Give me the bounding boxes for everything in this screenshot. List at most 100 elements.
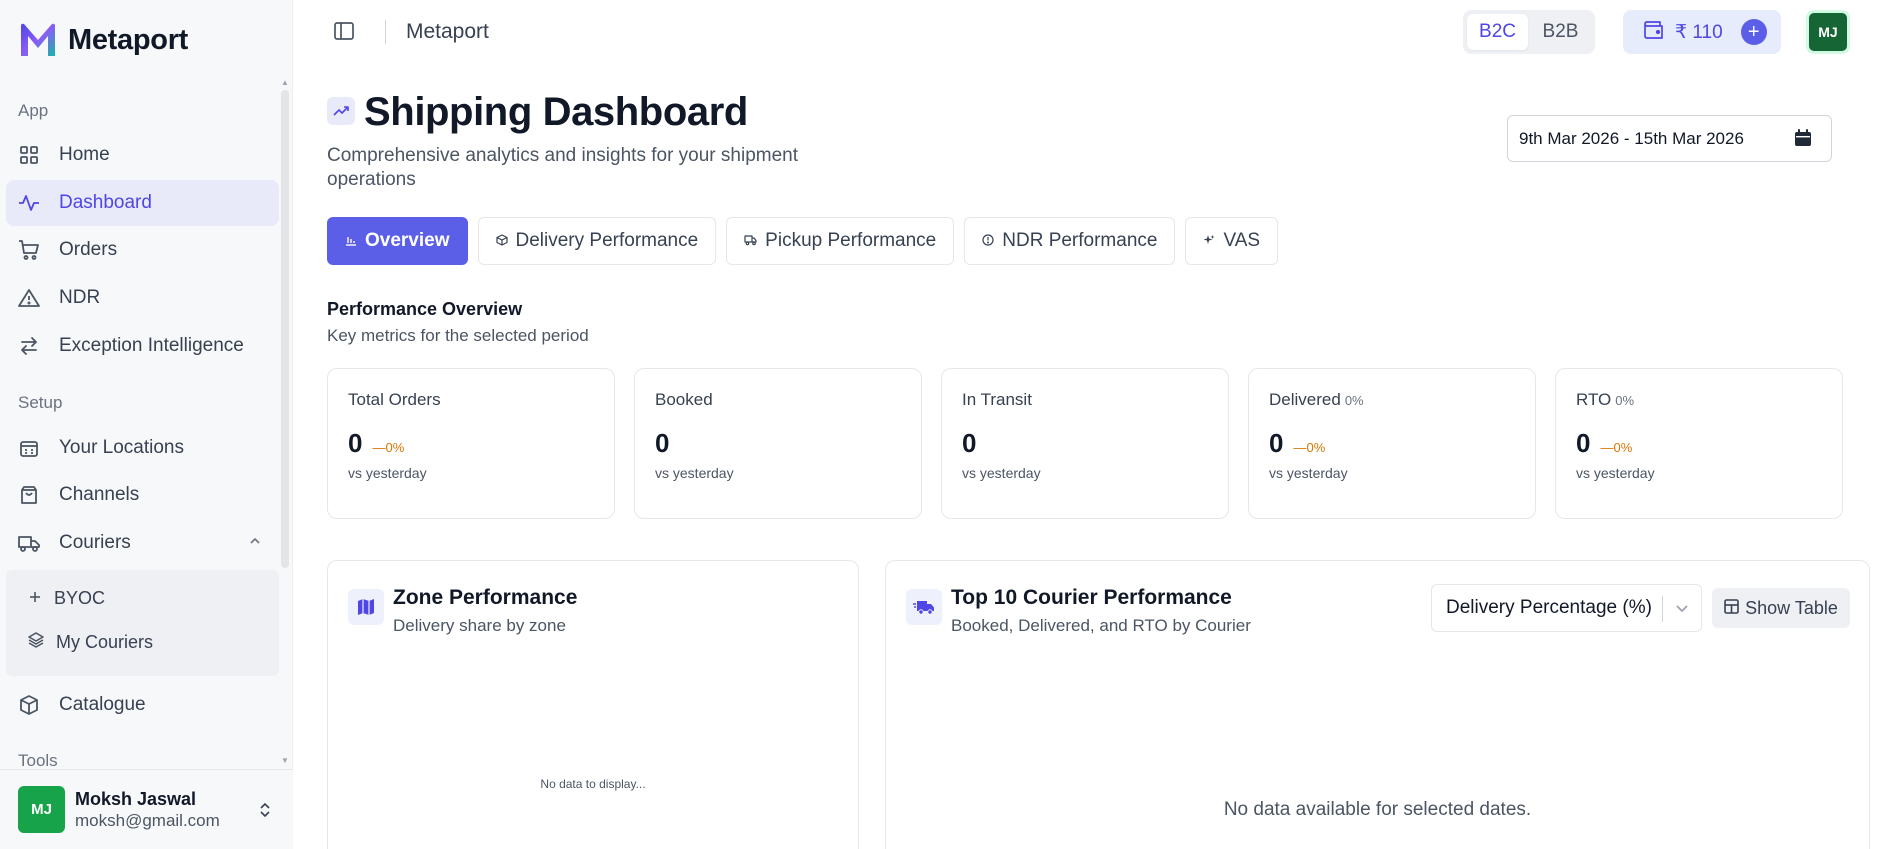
table-icon bbox=[1724, 598, 1739, 619]
sidebar-item-home[interactable]: Home bbox=[6, 132, 279, 178]
kpi-card-booked: Booked 0 vs yesterday bbox=[634, 368, 922, 519]
empty-state-text: No data to display... bbox=[540, 777, 646, 791]
truck-icon bbox=[18, 532, 40, 554]
brand[interactable]: Metaport bbox=[18, 20, 188, 60]
tab-ndr-performance[interactable]: NDR Performance bbox=[964, 217, 1176, 265]
kpi-value-row: 0 —0% bbox=[348, 428, 594, 459]
user-account-switcher[interactable]: MJ Moksh Jaswal moksh@gmail.com bbox=[0, 769, 293, 849]
building-icon bbox=[18, 437, 40, 459]
kpi-compare: vs yesterday bbox=[655, 465, 734, 481]
sidebar-item-exception-intelligence[interactable]: Exception Intelligence bbox=[6, 323, 279, 369]
kpi-value-row: 0 —0% bbox=[1269, 428, 1515, 459]
wallet-balance[interactable]: ₹ 110 + bbox=[1623, 10, 1781, 54]
sidebar-subitem-byoc[interactable]: BYOC bbox=[28, 588, 105, 609]
kpi-percent: 0% bbox=[1615, 393, 1635, 408]
sidebar-item-label: Couriers bbox=[59, 532, 131, 553]
segment-b2b[interactable]: B2B bbox=[1530, 14, 1591, 50]
header-avatar[interactable]: MJ bbox=[1806, 10, 1850, 54]
chevron-up-icon bbox=[249, 534, 261, 552]
kpi-value-row: 0 bbox=[962, 428, 1208, 459]
chevron-down-icon bbox=[1673, 599, 1691, 623]
sidebar-toggle-icon[interactable] bbox=[333, 20, 357, 44]
sidebar-item-label: Exception Intelligence bbox=[59, 335, 244, 356]
scroll-down-arrow-icon[interactable]: ▼ bbox=[281, 756, 289, 765]
sidebar-scrollbar[interactable] bbox=[281, 90, 289, 568]
sidebar-subitem-my-couriers[interactable]: My Couriers bbox=[28, 632, 153, 653]
tab-label: Delivery Performance bbox=[515, 230, 699, 251]
brand-name: Metaport bbox=[68, 23, 189, 56]
couriers-submenu: BYOC My Couriers bbox=[6, 570, 279, 676]
business-mode-toggle: B2C B2B bbox=[1463, 10, 1595, 54]
sidebar-item-your-locations[interactable]: Your Locations bbox=[6, 425, 279, 471]
kpi-percent: 0% bbox=[1344, 393, 1364, 408]
kpi-compare: vs yesterday bbox=[1576, 465, 1655, 481]
kpi-change: —0% bbox=[1293, 440, 1326, 455]
calendar-icon bbox=[1793, 128, 1813, 153]
metaport-logo-icon bbox=[21, 23, 55, 56]
kpi-compare: vs yesterday bbox=[348, 465, 427, 481]
metric-select[interactable]: Delivery Percentage (%) bbox=[1431, 584, 1702, 632]
kpi-value: 0 bbox=[655, 428, 670, 458]
layers-icon bbox=[28, 632, 44, 653]
kpi-value: 0 bbox=[962, 428, 977, 458]
kpi-compare: vs yesterday bbox=[1269, 465, 1348, 481]
kpi-label: Total Orders bbox=[348, 390, 441, 409]
sidebar-item-label: NDR bbox=[59, 287, 101, 308]
sidebar-item-label: Orders bbox=[59, 239, 118, 260]
section-subtitle: Key metrics for the selected period bbox=[327, 326, 589, 345]
sidebar-item-dashboard[interactable]: Dashboard bbox=[6, 180, 279, 226]
trending-up-icon bbox=[327, 97, 355, 125]
empty-state-text: No data available for selected dates. bbox=[1223, 799, 1532, 820]
add-funds-button[interactable]: + bbox=[1740, 19, 1767, 45]
tab-overview[interactable]: Overview bbox=[327, 217, 468, 265]
warning-icon bbox=[18, 287, 40, 309]
package-icon bbox=[18, 694, 40, 716]
kpi-compare: vs yesterday bbox=[962, 465, 1041, 481]
info-circle-icon bbox=[982, 233, 994, 249]
section-title: Performance Overview bbox=[327, 299, 523, 319]
show-table-button[interactable]: Show Table bbox=[1712, 588, 1850, 628]
kpi-card-total-orders: Total Orders 0 —0% vs yesterday bbox=[327, 368, 615, 519]
bag-icon bbox=[18, 484, 40, 506]
tab-delivery-performance[interactable]: Delivery Performance bbox=[477, 217, 717, 265]
bar-chart-icon bbox=[345, 234, 357, 249]
sidebar-item-couriers[interactable]: Couriers bbox=[6, 520, 279, 566]
tab-label: NDR Performance bbox=[1002, 230, 1158, 251]
sidebar-item-orders[interactable]: Orders bbox=[6, 227, 279, 273]
sidebar-item-channels[interactable]: Channels bbox=[6, 472, 279, 518]
kpi-value-row: 0 bbox=[655, 428, 901, 459]
kpi-value: 0 bbox=[348, 428, 363, 458]
kpi-value-row: 0 —0% bbox=[1576, 428, 1822, 459]
kpi-change: —0% bbox=[372, 440, 405, 455]
kpi-value: 0 bbox=[1576, 428, 1591, 458]
tab-label: Pickup Performance bbox=[765, 230, 937, 251]
select-divider bbox=[1662, 596, 1663, 622]
card-title: Zone Performance bbox=[393, 586, 578, 609]
date-range-picker[interactable]: 9th Mar 2026 - 15th Mar 2026 bbox=[1507, 115, 1832, 162]
page-title: Shipping Dashboard bbox=[364, 90, 748, 134]
kpi-value: 0 bbox=[1269, 428, 1284, 458]
tab-label: Overview bbox=[365, 230, 450, 251]
show-table-label: Show Table bbox=[1745, 597, 1838, 618]
tab-pickup-performance[interactable]: Pickup Performance bbox=[726, 217, 955, 265]
kpi-card-rto: RTO 0% 0 —0% vs yesterday bbox=[1555, 368, 1843, 519]
scroll-up-arrow-icon[interactable]: ▲ bbox=[281, 78, 289, 87]
dashboard-tabs: Overview Delivery Performance Pickup Per… bbox=[327, 217, 1279, 265]
tab-vas[interactable]: VAS bbox=[1185, 217, 1279, 265]
wallet-icon bbox=[1643, 20, 1665, 45]
card-subtitle: Booked, Delivered, and RTO by Courier bbox=[951, 616, 1251, 635]
sidebar-item-label: Channels bbox=[59, 484, 140, 505]
kpi-change: —0% bbox=[1600, 440, 1633, 455]
main-content: Shipping Dashboard Comprehensive analyti… bbox=[293, 64, 1880, 849]
truck-fast-icon bbox=[906, 589, 942, 625]
map-icon bbox=[348, 589, 384, 625]
user-email: moksh@gmail.com bbox=[75, 810, 220, 830]
activity-icon bbox=[18, 192, 40, 214]
page-subtitle: Comprehensive analytics and insights for… bbox=[327, 145, 799, 190]
segment-b2c[interactable]: B2C bbox=[1467, 14, 1528, 50]
grid-icon bbox=[18, 144, 40, 166]
header-title: Metaport bbox=[406, 20, 489, 43]
wallet-amount: ₹ 110 bbox=[1675, 21, 1723, 43]
sidebar-item-catalogue[interactable]: Catalogue bbox=[6, 682, 279, 728]
sidebar-item-ndr[interactable]: NDR bbox=[6, 275, 279, 321]
